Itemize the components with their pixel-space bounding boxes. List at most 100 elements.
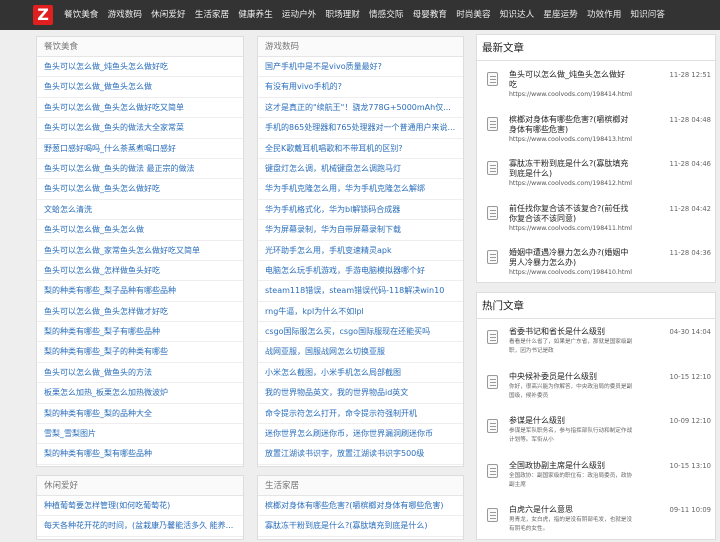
nav-item[interactable]: 游戏数码 — [108, 0, 142, 30]
article-date: 11-28 12:51 — [669, 71, 712, 79]
article-link[interactable]: 雪梨_雪梨图片 — [37, 424, 243, 445]
nav-item[interactable]: 餐饮美食 — [64, 0, 98, 30]
article-link[interactable]: 我的世界物品英文，我的世界物品id英文 — [258, 383, 463, 404]
article-snippet: 男青龙，女白虎，指的是没有阴部毛发，也就是没有阴毛的女性。 — [509, 517, 633, 532]
article-list: 鱼头可以怎么做_炖鱼头怎么做好吃 鱼头可以怎么做_做鱼头怎么做 鱼头可以怎么做_鱼头… — [37, 57, 243, 465]
article-link[interactable]: 鱼头可以怎么做_鱼头的做法 最正宗的做法 — [37, 159, 243, 180]
article-title[interactable]: 省委书记和省长是什么级别 — [509, 327, 634, 337]
document-icon — [487, 508, 498, 522]
hot-article-item[interactable]: 全国政协副主席是什么级别 全国政协：副国家级的职位有：政治局委员，政协副主席 10-… — [477, 454, 715, 498]
article-date: 11-28 04:48 — [669, 115, 712, 124]
article-link[interactable]: 板栗怎么加热_板栗怎么加热微波炉 — [37, 383, 243, 404]
article-title[interactable]: 白虎六是什么意思 — [509, 505, 634, 515]
nav-item[interactable]: 情感交际 — [369, 0, 403, 30]
article-link[interactable]: 寡肽冻干粉到底是什么?(寡肽填充到底是什么) — [258, 516, 463, 537]
article-title[interactable]: 前任找你复合该不该复合?(前任找你复合该不该同意) — [509, 204, 629, 224]
hot-article-item[interactable]: 中央候补委员是什么级别 你好，很高兴能为你解答，中央政治局的委员是副国级，候补委员… — [477, 365, 715, 409]
category-title: 游戏数码 — [258, 37, 463, 57]
article-snippet: 全国政协：副国家级的职位有：政治局委员，政协副主席 — [509, 472, 633, 488]
article-link[interactable]: 鱼头可以怎么做_鱼头的做法大全家常菜 — [37, 118, 243, 139]
article-link[interactable]: 电脑怎么玩手机游戏，手游电脑模拟器哪个好 — [258, 261, 463, 282]
article-url: https://www.coolvods.com/198412.html — [509, 180, 632, 187]
article-link[interactable]: 野葱口感好喝吗_什么茶蒸煮喝口感好 — [37, 139, 243, 159]
nav-item[interactable]: 休闲爱好 — [151, 0, 185, 30]
article-link[interactable]: 放置江湖读书识字，放置江湖读书识字500级 — [258, 444, 463, 465]
nav-item[interactable]: 功效作用 — [587, 0, 621, 30]
latest-article-item[interactable]: 槟榔对身体有哪些危害?(嚼槟榔对身体有哪些危害) https://www.cool… — [477, 107, 715, 151]
article-link[interactable]: 梨的种类有哪些_梨子品种有哪些品种 — [37, 281, 243, 302]
article-list: 国产手机中是不是vivo质量最好? 有没有用vivo手机的? 这才是真正的"续航王"… — [258, 57, 463, 465]
nav-item[interactable]: 运动户外 — [282, 0, 316, 30]
article-link[interactable]: 有没有用vivo手机的? — [258, 77, 463, 98]
nav-item[interactable]: 健康养生 — [238, 0, 272, 30]
nav-item[interactable]: 时尚美容 — [456, 0, 490, 30]
nav-item[interactable]: 职场理财 — [325, 0, 359, 30]
nav-item[interactable]: 知识问答 — [631, 0, 665, 30]
article-link[interactable]: 小米怎么截图，小米手机怎么局部截图 — [258, 363, 463, 384]
article-link[interactable]: 鱼头可以怎么做_炖鱼头怎么做好吃 — [37, 57, 243, 78]
article-date: 11-28 04:42 — [669, 204, 712, 213]
latest-article-item[interactable]: 婚姻中遭遇冷暴力怎么办?(婚姻中男人冷暴力怎么办) https://www.coo… — [477, 240, 715, 284]
document-icon — [487, 374, 498, 389]
category-title: 休闲爱好 — [37, 476, 243, 496]
article-link[interactable]: 鱼头可以怎么做_鱼头怎样做才好吃 — [37, 302, 243, 323]
latest-article-item[interactable]: 前任找你复合该不该复合?(前任找你复合该不该同意) https://www.coo… — [477, 196, 715, 240]
article-link[interactable]: 迷你世界怎么刷迷你币，迷你世界漏洞刷迷你币 — [258, 424, 463, 445]
article-link[interactable]: rng牛逼，kpl为什么不如lpl — [258, 302, 463, 323]
article-link[interactable]: 鱼头可以怎么做_做鱼头的方法 — [37, 363, 243, 384]
article-link[interactable]: 每天各种花开花的时间，(盆栽康乃馨能活多久 能养... — [37, 516, 243, 537]
article-link[interactable]: 梨的种类有哪些_梨子的种类有哪些 — [37, 342, 243, 363]
article-list: 种植葡萄要怎样管理(如何吃葡萄花) 每天各种花开花的时间，(盆栽康乃馨能活多久 能… — [37, 496, 243, 537]
top-nav-bar: Z 餐饮美食 游戏数码 休闲爱好 生活家居 健康养生 运动户外 职场理财 情感交际 母婴教育 时尚… — [0, 0, 720, 30]
article-link[interactable]: 鱼头可以怎么做_鱼头怎么做好吃 — [37, 179, 243, 200]
article-link[interactable]: 鱼头可以怎么做_怎样做鱼头好吃 — [37, 261, 243, 282]
article-link[interactable]: 这才是真正的"续航王"！骁龙778G+5000mAh仅... — [258, 98, 463, 119]
article-link[interactable]: csgo国际服怎么买，csgo国际服现在还能买吗 — [258, 322, 463, 343]
category-block-hobby: 休闲爱好 种植葡萄要怎样管理(如何吃葡萄花) 每天各种花开花的时间，(盆栽康乃馨能… — [36, 475, 244, 540]
article-link[interactable]: steam118错误，steam错误代码-118解决win10 — [258, 281, 463, 302]
article-link[interactable]: 华为手机格式化，华为bl解锁码合成器 — [258, 200, 463, 221]
hot-article-item[interactable]: 白虎六是什么意思 男青龙，女白虎，指的是没有阴部毛发，也就是没有阴毛的女性。 09-… — [477, 498, 715, 542]
article-link[interactable]: 文蛤怎么清洗 — [37, 200, 243, 221]
nav-item[interactable]: 星座运势 — [543, 0, 577, 30]
article-link[interactable]: 梨的种类有哪些_梨的品种大全 — [37, 404, 243, 425]
article-date: 10-09 12:10 — [669, 417, 712, 425]
article-link[interactable]: 手机的865处理器和765处理器对一个普通用户来说... — [258, 118, 463, 139]
article-link[interactable]: 华为屏幕录制，华为自带屏幕录制下载 — [258, 220, 463, 241]
nav-item[interactable]: 知识达人 — [500, 0, 534, 30]
hot-article-item[interactable]: 参谋是什么级别 参谋是军队职务名，参与指挥部队行动和制定作战计划等。军衔从小 10-… — [477, 409, 715, 453]
article-link[interactable]: 键盘灯怎么调，机械键盘怎么调跑马灯 — [258, 159, 463, 180]
nav-item[interactable]: 生活家居 — [195, 0, 229, 30]
article-link[interactable]: 鱼头可以怎么做_家常鱼头怎么做好吃又简单 — [37, 241, 243, 261]
article-title[interactable]: 鱼头可以怎么做_炖鱼头怎么做好吃 — [509, 70, 629, 90]
article-title[interactable]: 参谋是什么级别 — [509, 416, 634, 426]
article-title[interactable]: 婚姻中遭遇冷暴力怎么办?(婚姻中男人冷暴力怎么办) — [509, 248, 629, 268]
latest-article-item[interactable]: 寡肽冻干粉到底是什么?(寡肽填充到底是什么) https://www.coolvo… — [477, 151, 715, 195]
article-link[interactable]: 鱼头可以怎么做_鱼头怎么做 — [37, 220, 243, 241]
panel-title: 热门文章 — [477, 293, 715, 319]
article-link[interactable]: 全民K歌戴耳机唱歌和不带耳机的区别? — [258, 139, 463, 159]
article-link[interactable]: 鱼头可以怎么做_做鱼头怎么做 — [37, 77, 243, 98]
site-logo[interactable]: Z — [33, 5, 53, 25]
nav-item[interactable]: 母婴教育 — [413, 0, 447, 30]
latest-article-item[interactable]: 鱼头可以怎么做_炖鱼头怎么做好吃 https://www.coolvods.com… — [477, 62, 715, 106]
article-title[interactable]: 中央候补委员是什么级别 — [509, 372, 634, 382]
article-link[interactable]: 梨的种类有哪些_梨有哪些品种 — [37, 444, 243, 465]
category-title: 生活家居 — [258, 476, 463, 496]
article-link[interactable]: 华为手机克隆怎么用，华为手机克隆怎么解绑 — [258, 179, 463, 200]
article-link[interactable]: 鱼头可以怎么做_鱼头怎么做好吃又简单 — [37, 98, 243, 119]
latest-articles-panel: 最新文章 鱼头可以怎么做_炖鱼头怎么做好吃 https://www.coolvod… — [476, 34, 716, 283]
article-date: 10-15 13:10 — [669, 461, 712, 470]
article-link[interactable]: 槟榔对身体有哪些危害?(嚼槟榔对身体有哪些危害) — [258, 496, 463, 517]
article-link[interactable]: 国产手机中是不是vivo质量最好? — [258, 57, 463, 78]
article-link[interactable]: 种植葡萄要怎样管理(如何吃葡萄花) — [37, 496, 243, 517]
article-snippet: 看看是什么省了，如果是广东省，那就是国家级副职，因为书记是政 — [509, 339, 633, 354]
article-title[interactable]: 全国政协副主席是什么级别 — [509, 461, 634, 471]
hot-article-item[interactable]: 省委书记和省长是什么级别看看是什么省了，如果是广东省，那就是国家级副职，因为书记… — [477, 320, 715, 364]
article-link[interactable]: 战网亚服，国服战网怎么切换亚服 — [258, 342, 463, 363]
article-link[interactable]: 梨的种类有哪些_梨子有哪些品种 — [37, 322, 243, 343]
article-link[interactable]: 命令提示符怎么打开，命令提示符强制开机 — [258, 404, 463, 425]
article-title[interactable]: 槟榔对身体有哪些危害?(嚼槟榔对身体有哪些危害) — [509, 115, 629, 135]
article-link[interactable]: 光环助手怎么用，手机变速精灵apk — [258, 241, 463, 261]
article-title[interactable]: 寡肽冻干粉到底是什么?(寡肽填充到底是什么) — [509, 159, 629, 179]
